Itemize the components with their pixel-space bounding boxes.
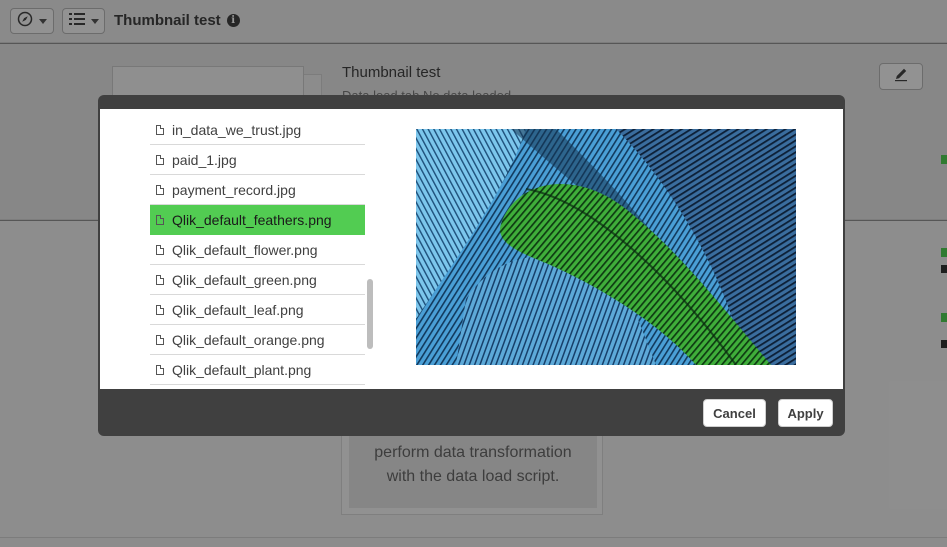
file-list-item[interactable]: Qlik_default_orange.png [150,325,365,355]
file-name: Qlik_default_plant.png [172,361,312,378]
file-name: Qlik_default_feathers.png [172,211,332,228]
cancel-button[interactable]: Cancel [703,399,766,427]
file-list[interactable]: in_data_we_trust.jpg paid_1.jpg payment_re… [150,115,365,391]
file-name: paid_1.jpg [172,151,237,168]
file-name: Qlik_default_orange.png [172,331,325,348]
file-list-item[interactable]: Qlik_default_plant.png [150,355,365,385]
file-list-item[interactable]: payment_record.jpg [150,175,365,205]
file-icon [156,124,164,135]
file-list-scrollbar[interactable] [367,279,373,349]
image-picker-dialog: in_data_we_trust.jpg paid_1.jpg payment_re… [98,95,845,436]
file-name: Qlik_default_flower.png [172,241,318,258]
file-list-item[interactable]: Qlik_default_flower.png [150,235,365,265]
file-list-item[interactable]: paid_1.jpg [150,145,365,175]
file-icon [156,274,164,285]
file-icon [156,244,164,255]
file-name: in_data_we_trust.jpg [172,121,302,138]
dialog-content: in_data_we_trust.jpg paid_1.jpg payment_re… [100,109,843,389]
file-list-item[interactable]: Qlik_default_green.png [150,265,365,295]
file-name: Qlik_default_green.png [172,271,317,288]
file-list-item[interactable]: in_data_we_trust.jpg [150,115,365,145]
image-preview [416,129,796,365]
file-icon [156,214,164,225]
file-icon [156,334,164,345]
file-icon [156,364,164,375]
file-name: Qlik_default_leaf.png [172,301,304,318]
file-list-item[interactable]: Qlik_default_leaf.png [150,295,365,325]
file-icon [156,304,164,315]
feathers-image [416,129,796,365]
file-icon [156,184,164,195]
apply-button[interactable]: Apply [778,399,833,427]
file-list-item[interactable]: Qlik_default_feathers.png [150,205,365,235]
file-name: payment_record.jpg [172,181,296,198]
file-icon [156,154,164,165]
